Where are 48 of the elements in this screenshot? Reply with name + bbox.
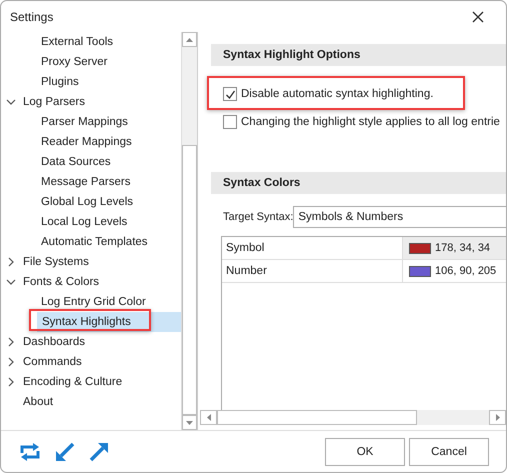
scroll-right-icon[interactable]	[496, 414, 500, 421]
tree-item[interactable]: External Tools	[1, 32, 181, 52]
vertical-scrollbar[interactable]	[181, 32, 197, 430]
section-header: Syntax Highlight Options	[211, 44, 506, 66]
tree-item[interactable]: Data Sources	[1, 152, 181, 172]
color-swatch[interactable]	[409, 242, 431, 254]
tree-item[interactable]: Encoding & Culture	[1, 372, 181, 392]
tree-item[interactable]: Syntax Highlights	[37, 312, 181, 332]
scroll-up-icon[interactable]	[186, 38, 193, 42]
arrow-up-right-icon[interactable]	[89, 442, 109, 462]
tree-item[interactable]: Commands	[1, 352, 181, 372]
dialog-button[interactable]: Cancel	[409, 438, 489, 466]
checkbox[interactable]	[223, 115, 237, 129]
sync-arrows-icon[interactable]	[19, 442, 41, 462]
tree-item[interactable]: Dashboards	[1, 332, 181, 352]
chevron-right-icon[interactable]	[6, 257, 16, 267]
checkbox[interactable]	[223, 87, 237, 101]
chevron-down-icon[interactable]	[6, 277, 16, 287]
arrow-down-left-icon[interactable]	[55, 442, 75, 462]
tree-item[interactable]: Local Log Levels	[1, 212, 181, 232]
tree-item[interactable]: Plugins	[1, 72, 181, 92]
table-cell: Number	[222, 260, 403, 282]
chevron-down-icon[interactable]	[6, 97, 16, 107]
tree-item[interactable]: Proxy Server	[1, 52, 181, 72]
color-value: 178, 34, 34	[435, 242, 490, 254]
tree-item[interactable]: About	[1, 392, 181, 412]
color-swatch[interactable]	[409, 266, 431, 276]
target-syntax-label: Target Syntax:	[223, 211, 294, 223]
dialog-button[interactable]: OK	[325, 438, 405, 466]
close-icon[interactable]	[472, 10, 484, 22]
tree-item[interactable]: Automatic Templates	[1, 232, 181, 252]
tree-item[interactable]: File Systems	[1, 252, 181, 272]
tree-item[interactable]: Log Entry Grid Color	[1, 292, 181, 312]
tree-item[interactable]: Message Parsers	[1, 172, 181, 192]
tree-item[interactable]: Fonts & Colors	[1, 272, 181, 292]
section-header: Syntax Colors	[211, 172, 506, 194]
checkbox-label[interactable]: Changing the highlight style applies to all log entrie	[241, 116, 500, 128]
scroll-down-icon[interactable]	[186, 420, 193, 424]
tree-item[interactable]: Parser Mappings	[1, 112, 181, 132]
color-value: 106, 90, 205	[435, 265, 496, 277]
tree-item[interactable]: Global Log Levels	[1, 192, 181, 212]
tree-item[interactable]: Reader Mappings	[1, 132, 181, 152]
window-title: Settings	[10, 10, 54, 24]
scroll-left-icon[interactable]	[206, 414, 210, 421]
tree-item[interactable]: Log Parsers	[1, 92, 181, 112]
horizontal-scrollbar[interactable]	[200, 410, 506, 425]
checkbox-label[interactable]: Disable automatic syntax highlighting.	[241, 88, 434, 100]
target-syntax-dropdown[interactable]: Symbols & Numbers	[293, 206, 506, 228]
